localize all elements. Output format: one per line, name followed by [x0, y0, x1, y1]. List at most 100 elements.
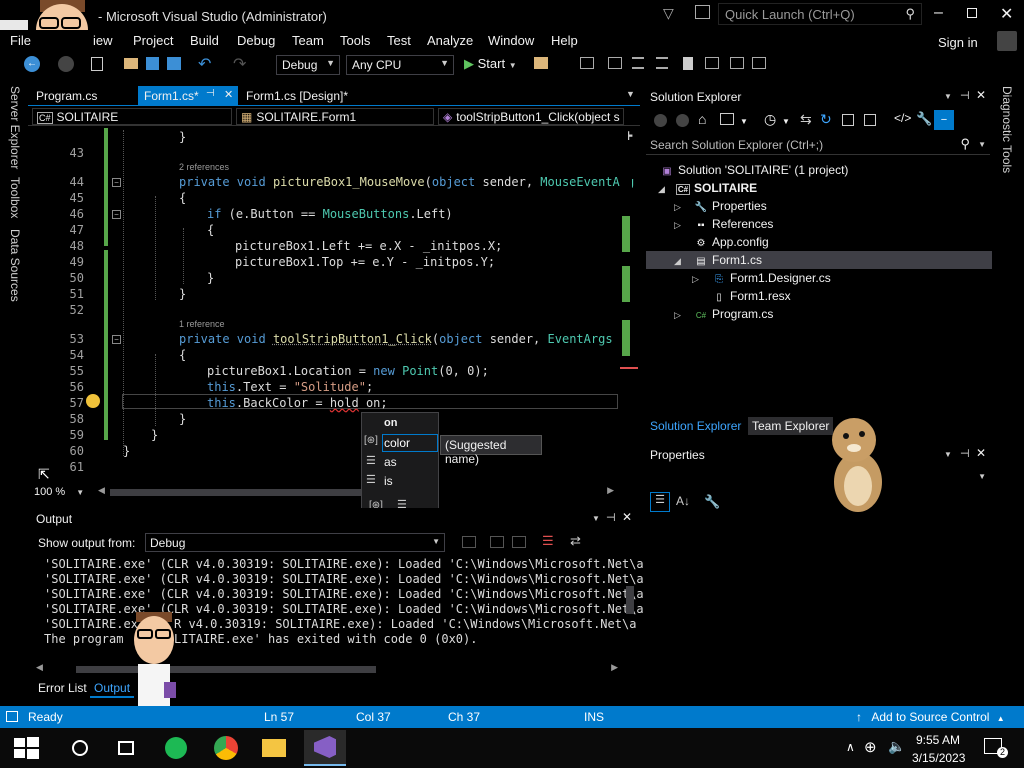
properties-wrench-icon[interactable]: 🔧: [916, 111, 932, 127]
save-all-icon[interactable]: [167, 57, 181, 70]
output-source-dropdown[interactable]: Debug ▼: [145, 533, 445, 552]
toolbox-tab[interactable]: Toolbox: [8, 177, 22, 218]
switch-views-icon[interactable]: [720, 113, 734, 125]
feedback-icon[interactable]: [695, 5, 710, 19]
close-icon[interactable]: ✕: [976, 88, 986, 102]
spotify-icon[interactable]: [162, 734, 190, 762]
collapse-icon[interactable]: −: [112, 178, 121, 187]
pin-icon[interactable]: ⊣: [606, 511, 616, 524]
intellisense-item-as[interactable]: ☰ as: [362, 454, 438, 470]
pin-icon[interactable]: ⊣: [960, 89, 970, 102]
collapsed-icon[interactable]: ▷: [674, 220, 681, 231]
code-lens-references[interactable]: 2 references: [179, 162, 229, 172]
toolbar-icon-a[interactable]: [534, 57, 548, 69]
tab-overflow-icon[interactable]: ▼: [626, 89, 635, 99]
intellisense-item-color[interactable]: [⊛] color: [362, 434, 438, 452]
chevron-down-icon[interactable]: ▼: [740, 117, 748, 126]
clock-date[interactable]: 3/15/2023: [912, 751, 965, 765]
undo-icon[interactable]: ↶: [198, 54, 211, 74]
clear-all-icon[interactable]: ☰: [542, 533, 554, 549]
word-wrap-icon[interactable]: ⇄: [570, 533, 581, 549]
code-lens-references[interactable]: 1 reference: [179, 319, 225, 329]
se-forward-icon[interactable]: [676, 114, 689, 127]
menu-help[interactable]: Help: [551, 33, 578, 48]
platform-dropdown[interactable]: Any CPU ▼: [346, 55, 454, 75]
editor-horizontal-scrollbar[interactable]: ◀ ▶: [98, 485, 614, 497]
scroll-thumb[interactable]: [626, 586, 634, 614]
filter-icon[interactable]: ▽: [663, 5, 674, 22]
member-nav-dropdown[interactable]: ◈ toolStripButton1_Click(object s: [438, 108, 624, 125]
show-all-files-icon[interactable]: [864, 114, 876, 126]
account-icon[interactable]: [997, 31, 1017, 51]
quick-launch-input[interactable]: Quick Launch (Ctrl+Q) ⚲: [718, 3, 922, 25]
collapsed-icon[interactable]: ▷: [674, 202, 681, 213]
tree-item-form1-designer[interactable]: ⎘ Form1.Designer.cs: [712, 271, 831, 285]
scroll-right-icon[interactable]: ▶: [607, 485, 614, 496]
tree-item-solution[interactable]: ▣ Solution 'SOLITAIRE' (1 project): [660, 163, 848, 177]
network-icon[interactable]: ⊕: [864, 738, 877, 756]
toolbar-icon-g[interactable]: [730, 57, 744, 69]
chevron-down-icon[interactable]: ▼: [782, 117, 790, 126]
preview-selected-icon[interactable]: −: [934, 110, 954, 130]
collapsed-icon[interactable]: ▷: [674, 310, 681, 321]
class-nav-dropdown[interactable]: ▦ SOLITAIRE.Form1: [236, 108, 434, 125]
add-to-source-control-button[interactable]: ↑ Add to Source Control ▲: [856, 710, 1005, 724]
scroll-left-icon[interactable]: ◀: [98, 485, 105, 496]
sync-icon[interactable]: ⇆: [800, 111, 812, 128]
tree-item-references[interactable]: ▪▪ References: [694, 217, 773, 231]
data-sources-tab[interactable]: Data Sources: [8, 229, 22, 302]
chrome-icon[interactable]: [212, 734, 240, 762]
alphabetical-icon[interactable]: A↓: [676, 494, 690, 508]
solution-search-input[interactable]: Search Solution Explorer (Ctrl+;) ⚲ ▼: [646, 135, 990, 155]
collapse-icon[interactable]: −: [112, 210, 121, 219]
new-project-icon[interactable]: [91, 57, 103, 71]
pending-changes-icon[interactable]: ◷: [764, 111, 776, 128]
visual-studio-icon[interactable]: [304, 730, 346, 766]
tree-item-form1-resx[interactable]: ▯ Form1.resx: [712, 289, 790, 303]
menu-file[interactable]: File: [10, 33, 31, 48]
task-view-icon[interactable]: [112, 734, 140, 762]
properties-object-dropdown[interactable]: ▼: [648, 468, 990, 486]
sign-in-link[interactable]: Sign in: [938, 35, 978, 50]
open-folder-icon[interactable]: [124, 58, 138, 69]
start-button[interactable]: ▶ Start ▼: [464, 56, 517, 72]
project-nav-dropdown[interactable]: C# SOLITAIRE: [32, 108, 232, 125]
clock-time[interactable]: 9:55 AM: [916, 733, 960, 747]
collapse-all-icon[interactable]: [842, 114, 854, 126]
toolbar-icon-d[interactable]: [632, 57, 644, 69]
toolbar-icon-e[interactable]: [656, 57, 668, 69]
search-taskbar-icon[interactable]: [66, 734, 94, 762]
collapse-icon[interactable]: −: [112, 335, 121, 344]
zoom-dropdown[interactable]: 100 % ▼: [34, 486, 84, 498]
property-pages-icon[interactable]: 🔧: [704, 494, 720, 510]
tab-error-list[interactable]: Error List: [34, 680, 91, 696]
tab-solution-explorer[interactable]: Solution Explorer: [650, 419, 741, 433]
tree-item-form1-cs[interactable]: ▤ Form1.cs: [694, 253, 762, 267]
output-horizontal-scrollbar[interactable]: ◀ ▶: [36, 662, 618, 674]
menu-view[interactable]: iew: [93, 33, 113, 48]
dropdown-icon[interactable]: ▼: [944, 92, 952, 101]
lightbulb-icon[interactable]: [86, 394, 100, 408]
categorized-icon[interactable]: ☰: [650, 492, 670, 512]
menu-window[interactable]: Window: [488, 33, 534, 48]
toolbar-icon-b[interactable]: [580, 57, 594, 69]
menu-test[interactable]: Test: [387, 33, 411, 48]
diagnostic-tools-tab[interactable]: Diagnostic Tools: [1000, 86, 1014, 173]
notification-icon[interactable]: 2: [984, 738, 1008, 758]
start-menu-icon[interactable]: [10, 734, 42, 762]
output-vertical-scrollbar[interactable]: [624, 556, 636, 656]
server-explorer-tab[interactable]: Server Explorer: [8, 86, 22, 169]
back-icon[interactable]: ←: [24, 56, 40, 72]
close-icon[interactable]: ✕: [622, 510, 632, 524]
editor-vertical-scrollbar[interactable]: [620, 140, 638, 480]
minimize-button[interactable]: –: [934, 4, 943, 22]
home-icon[interactable]: ⌂: [698, 111, 706, 127]
tree-item-project[interactable]: C# SOLITAIRE: [676, 181, 757, 195]
close-icon[interactable]: ✕: [976, 446, 986, 460]
intellisense-item-is[interactable]: ☰ is: [362, 473, 438, 489]
pin-icon[interactable]: ⊣: [960, 447, 970, 460]
expanded-icon[interactable]: ◢: [674, 256, 681, 267]
show-hidden-icons[interactable]: ∧: [846, 740, 855, 754]
save-icon[interactable]: [146, 57, 159, 70]
refresh-icon[interactable]: ↻: [820, 111, 832, 128]
